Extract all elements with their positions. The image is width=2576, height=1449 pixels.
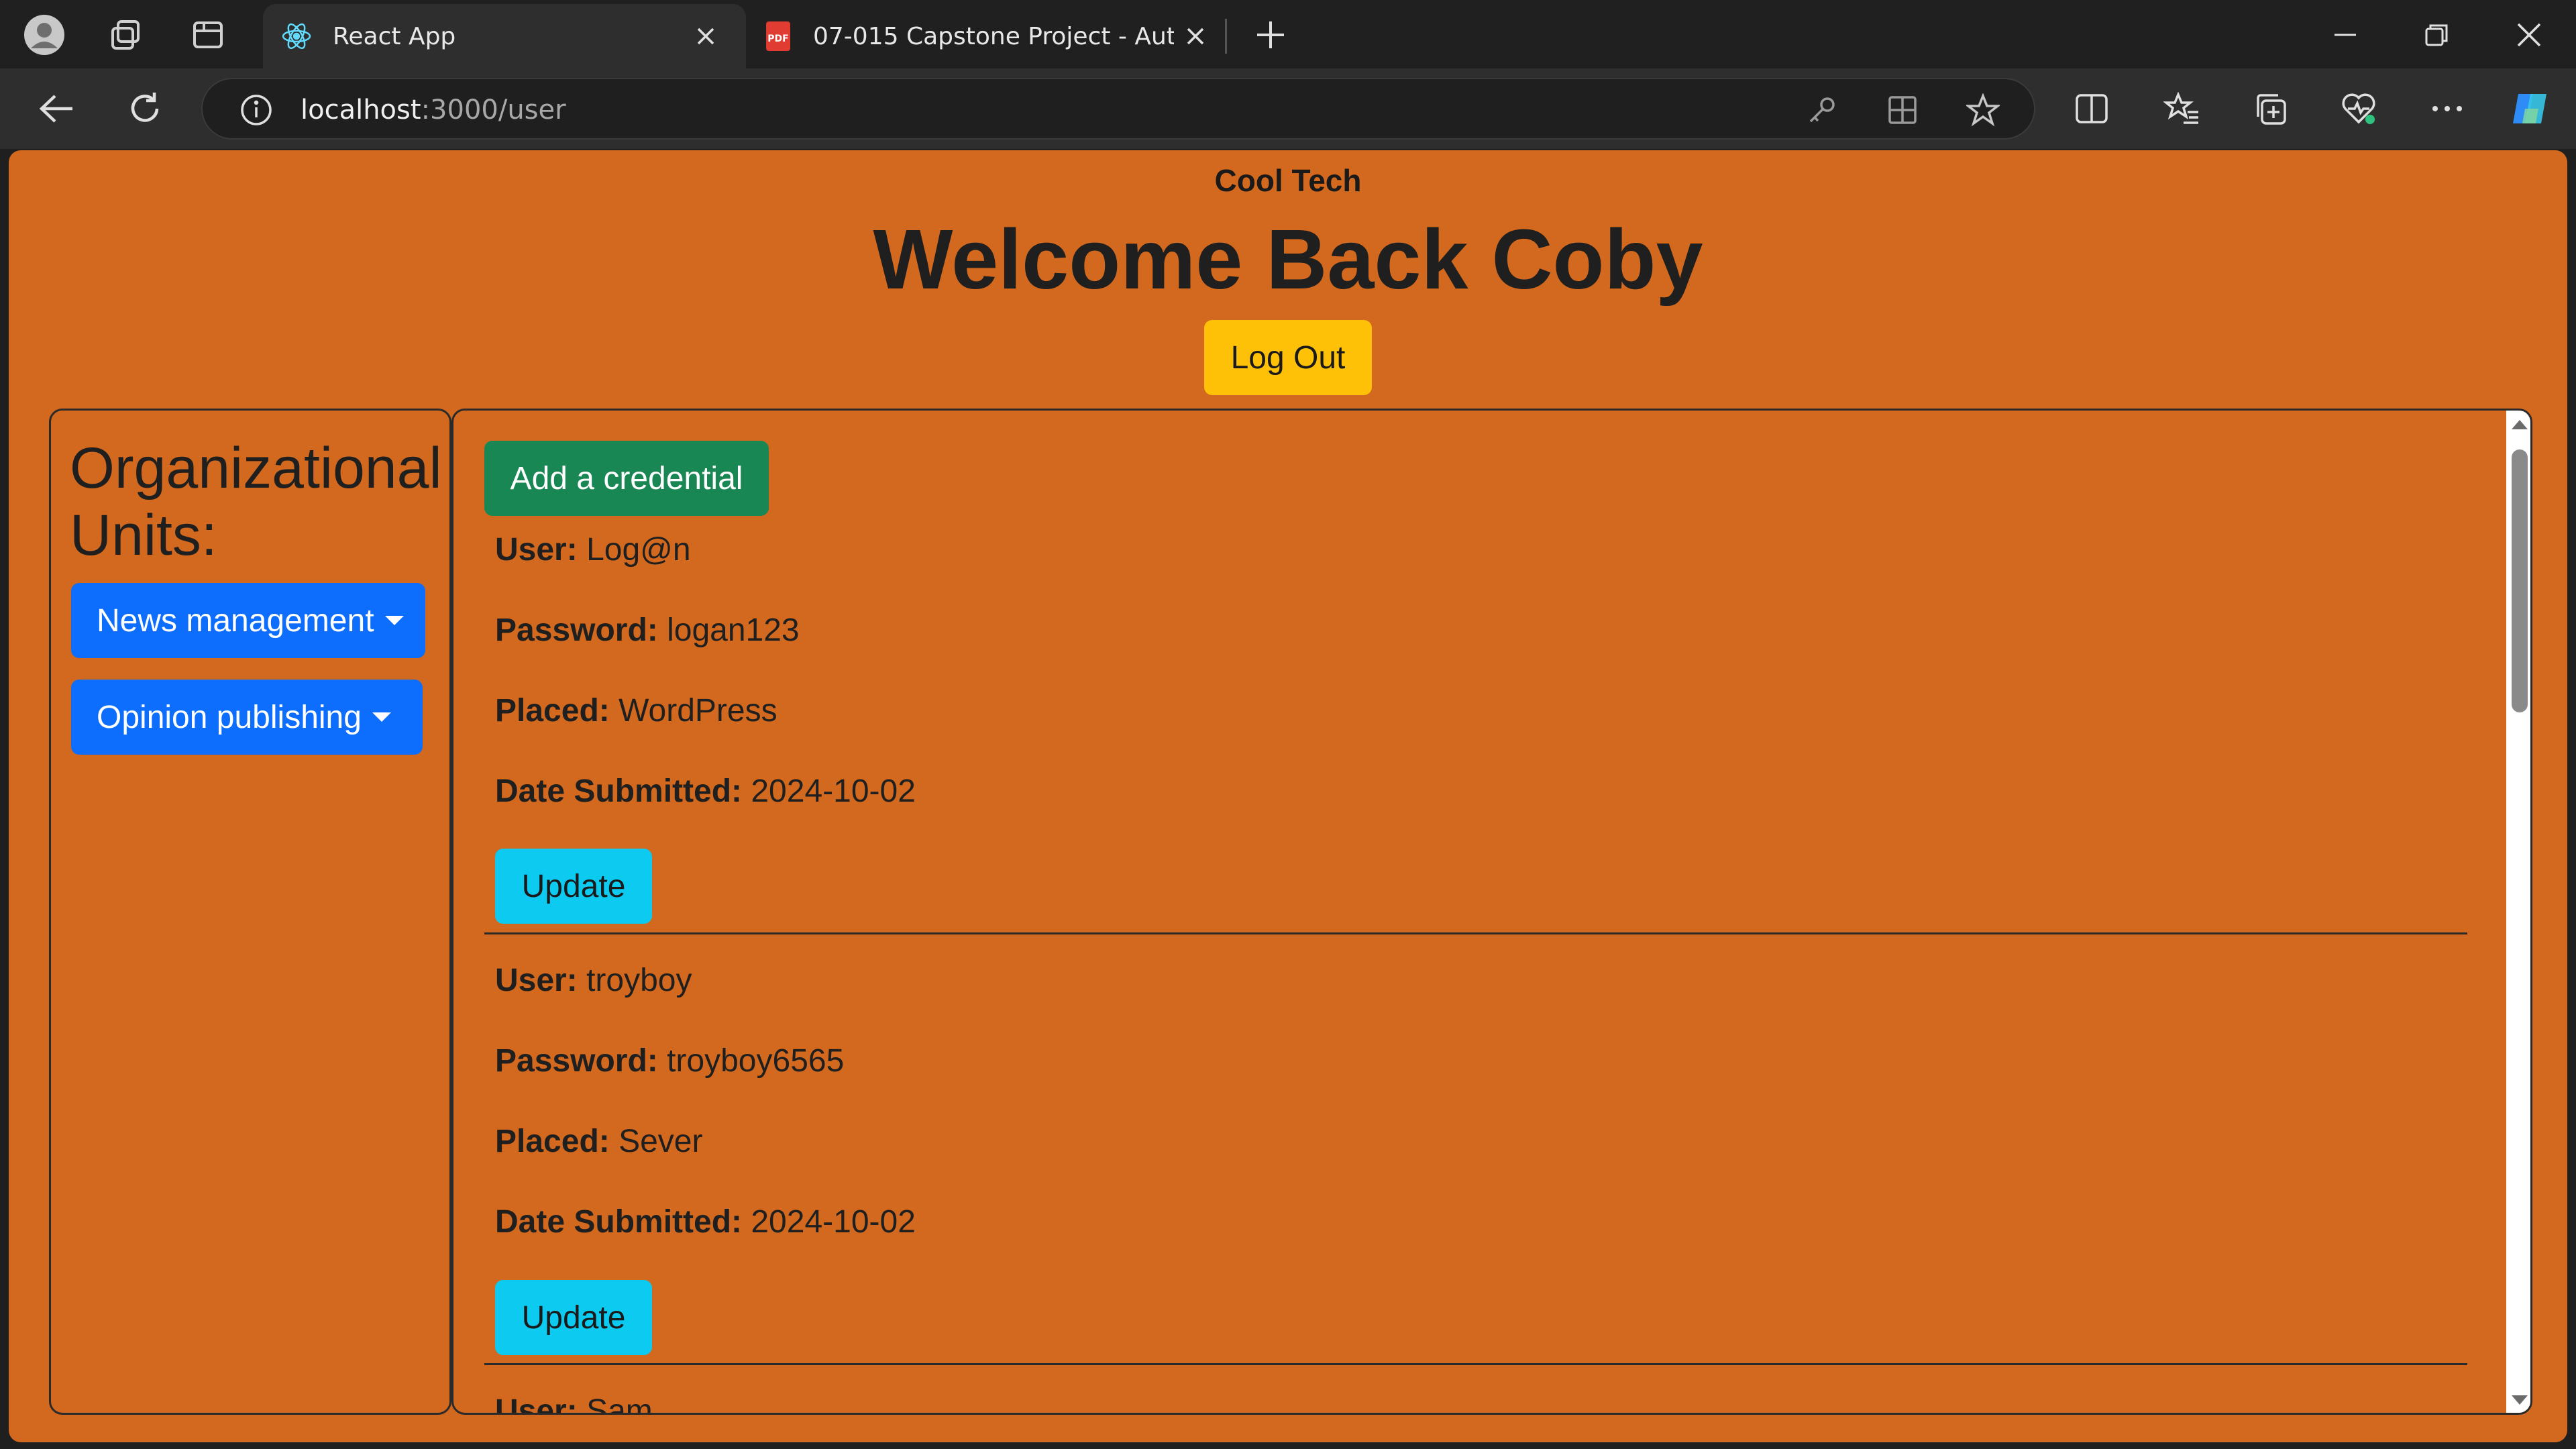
credential-user: User: troyboy	[495, 962, 692, 999]
credential-placed: Placed: WordPress	[495, 692, 777, 729]
update-credential-button[interactable]: Update	[495, 1280, 652, 1355]
browser-toolbar: localhost:3000/user	[0, 68, 2576, 149]
field-label: Placed:	[495, 1124, 610, 1159]
refresh-icon[interactable]	[118, 82, 172, 136]
field-value: Sam	[586, 1393, 653, 1415]
pdf-icon: PDF	[759, 17, 797, 55]
browser-titlebar: React App PDF 07-015 Capstone Project - …	[0, 0, 2576, 68]
unit-dropdown-news-management[interactable]: News management	[71, 583, 425, 658]
back-icon[interactable]	[30, 82, 83, 136]
update-credential-button[interactable]: Update	[495, 849, 652, 924]
svg-text:PDF: PDF	[767, 34, 788, 44]
tab-separator	[1225, 19, 1227, 54]
workspaces-icon[interactable]	[99, 8, 153, 62]
credential-user: User: Log@n	[495, 531, 691, 568]
field-value: troyboy6565	[667, 1043, 845, 1079]
credentials-panel[interactable]: Add a credential User: Log@n Password: l…	[451, 409, 2532, 1415]
field-value: WordPress	[619, 693, 777, 729]
close-window-icon[interactable]	[2502, 8, 2556, 62]
scrollbar-thumb[interactable]	[2512, 449, 2528, 712]
credential-placed: Placed: Sever	[495, 1123, 702, 1160]
password-key-icon[interactable]	[1803, 91, 1841, 129]
window-bottom-edge	[0, 1442, 2576, 1449]
field-label: Password:	[495, 1043, 658, 1079]
credential-date: Date Submitted: 2024-10-02	[495, 773, 916, 810]
copilot-icon[interactable]	[2504, 82, 2557, 136]
credential-divider	[484, 1363, 2467, 1365]
credential-date: Date Submitted: 2024-10-02	[495, 1203, 916, 1240]
add-credential-button[interactable]: Add a credential	[484, 441, 769, 516]
field-value: 2024-10-02	[751, 1204, 916, 1240]
caret-down-icon	[384, 616, 404, 625]
field-value: 2024-10-02	[751, 773, 916, 809]
close-tab-icon[interactable]	[687, 17, 724, 55]
tab-react-app[interactable]: React App	[263, 4, 746, 68]
field-label: Password:	[495, 612, 658, 648]
scroll-down-arrow-icon[interactable]	[2512, 1395, 2528, 1405]
address-bar[interactable]: localhost:3000/user	[201, 78, 2035, 140]
more-options-icon[interactable]	[2420, 82, 2474, 136]
welcome-heading: Welcome Back Coby	[873, 212, 1703, 307]
field-value: Log@n	[586, 532, 691, 568]
page-viewport: Cool Tech Welcome Back Coby Log Out Orga…	[9, 150, 2567, 1442]
app-available-icon[interactable]	[1884, 91, 1921, 129]
caret-down-icon	[372, 712, 391, 722]
credential-password: Password: logan123	[495, 612, 800, 649]
field-label: User:	[495, 963, 578, 998]
scroll-up-arrow-icon[interactable]	[2512, 420, 2528, 429]
brand-name: Cool Tech	[1214, 163, 1362, 198]
tab-label: 07-015 Capstone Project - Authen	[813, 22, 1174, 50]
field-label: Date Submitted:	[495, 773, 743, 809]
field-value: Sever	[619, 1124, 703, 1159]
field-value: logan123	[667, 612, 800, 648]
credential-divider	[484, 932, 2467, 934]
close-tab-icon[interactable]	[1177, 17, 1214, 55]
favorite-star-icon[interactable]	[1964, 91, 2002, 129]
url-text[interactable]: localhost:3000/user	[301, 79, 566, 141]
tab-label: React App	[333, 22, 456, 50]
tab-capstone-pdf[interactable]: PDF 07-015 Capstone Project - Authen	[749, 4, 1232, 68]
field-value: troyboy	[586, 963, 692, 998]
minimize-icon[interactable]	[2318, 8, 2372, 62]
unit-dropdown-label: News management	[97, 602, 374, 639]
split-screen-icon[interactable]	[2065, 82, 2118, 136]
credential-password: Password: troyboy6565	[495, 1042, 844, 1079]
site-info-icon[interactable]	[237, 91, 275, 129]
org-units-panel: Organizational Units: News management Op…	[49, 409, 451, 1415]
field-label: User:	[495, 1393, 578, 1415]
react-icon	[278, 17, 315, 55]
field-label: Date Submitted:	[495, 1204, 743, 1240]
url-path: :3000/user	[421, 95, 566, 125]
browser-essentials-icon[interactable]	[2332, 82, 2385, 136]
tab-actions-icon[interactable]	[181, 8, 235, 62]
restore-icon[interactable]	[2410, 8, 2463, 62]
unit-dropdown-opinion-publishing[interactable]: Opinion publishing	[71, 680, 423, 755]
profile-avatar-icon[interactable]	[17, 8, 71, 62]
field-label: User:	[495, 532, 578, 568]
credentials-scrollbar[interactable]	[2506, 411, 2530, 1413]
logout-button[interactable]: Log Out	[1204, 320, 1372, 395]
new-tab-icon[interactable]	[1244, 8, 1297, 62]
collections-icon[interactable]	[2243, 82, 2297, 136]
url-host: localhost	[301, 95, 421, 125]
credential-user: User: Sam	[495, 1393, 653, 1415]
field-label: Placed:	[495, 693, 610, 729]
favorites-icon[interactable]	[2155, 82, 2208, 136]
org-units-title: Organizational Units:	[70, 436, 442, 568]
unit-dropdown-label: Opinion publishing	[97, 699, 362, 735]
